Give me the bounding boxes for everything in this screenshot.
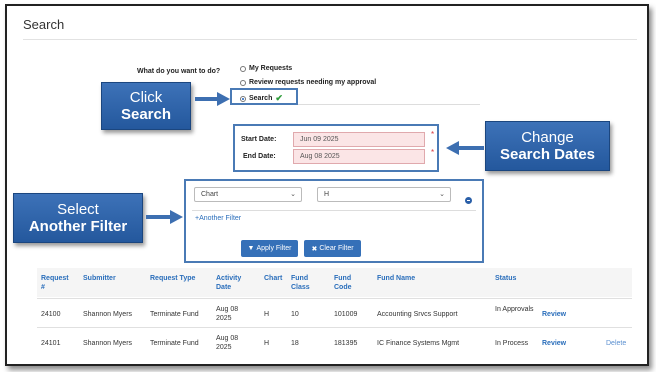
chevron-down-icon: ⌄: [439, 191, 445, 198]
column-header[interactable]: Request Type: [150, 274, 195, 283]
review-link[interactable]: Review: [542, 339, 566, 348]
radio-divider: [298, 104, 480, 105]
close-icon: ✖: [311, 245, 318, 253]
cell-request: 24101: [41, 340, 61, 347]
callout-line2: Search Dates: [499, 146, 596, 163]
review-link[interactable]: Review: [542, 310, 566, 319]
radio-search[interactable]: Search ✔: [240, 93, 283, 104]
callout-line1: Change: [521, 129, 574, 146]
filter-field-select[interactable]: Chart ⌄: [194, 187, 302, 202]
callout-line1: Click: [129, 89, 163, 106]
column-header[interactable]: Submitter: [83, 274, 116, 283]
callout-click-search: Click Search: [101, 82, 191, 130]
apply-filter-button[interactable]: ▼ Apply Filter: [241, 240, 298, 257]
column-header[interactable]: Activity Date: [216, 274, 250, 292]
cell-chart: H: [264, 340, 270, 347]
page-title: Search: [23, 17, 65, 32]
cell-submitter: Shannon Myers: [83, 311, 133, 318]
radio-label: Review requests needing my approval: [249, 79, 377, 86]
column-header[interactable]: Request #: [41, 274, 71, 292]
radio-my-requests[interactable]: My Requests: [240, 65, 292, 72]
arrow-left-icon: [446, 141, 484, 155]
callout-select-filter: Select Another Filter: [13, 193, 143, 243]
cell-status: In Approvals: [495, 306, 534, 313]
cell-fund-class: 18: [291, 340, 299, 347]
end-date-label: End Date:: [243, 153, 276, 160]
filter-divider: [192, 210, 476, 211]
cell-request: 24100: [41, 311, 61, 318]
cell-status: In Process: [495, 340, 529, 347]
clear-filter-button[interactable]: ✖ Clear Filter: [304, 240, 361, 257]
start-date-label: Start Date:: [241, 136, 277, 143]
table-row: 24100 Shannon Myers Terminate Fund Aug 0…: [37, 298, 632, 328]
column-header[interactable]: Chart: [264, 274, 282, 283]
radio-button-selected[interactable]: [240, 95, 246, 102]
cell-date: Aug 08 2025: [216, 306, 239, 322]
table-header: Request # Submitter Request Type Activit…: [37, 268, 632, 297]
apply-filter-label: Apply Filter: [256, 245, 292, 252]
callout-change-dates: Change Search Dates: [485, 121, 610, 171]
callout-line2: Another Filter: [28, 218, 128, 235]
table-row: 24101 Shannon Myers Terminate Fund Aug 0…: [37, 327, 632, 357]
radio-button[interactable]: [240, 65, 246, 72]
delete-link[interactable]: Delete: [606, 339, 626, 348]
clear-filter-label: Clear Filter: [319, 245, 354, 252]
select-value: Chart: [201, 191, 219, 198]
column-header[interactable]: Status: [495, 274, 516, 283]
remove-filter-icon[interactable]: [465, 197, 472, 204]
cell-fund-name: IC Finance Systems Mgmt: [377, 340, 460, 347]
cell-fund-code: 101009: [334, 311, 358, 318]
cell-submitter: Shannon Myers: [83, 340, 133, 347]
required-marker: *: [431, 148, 435, 157]
cell-fund-class: 10: [291, 311, 299, 318]
arrow-right-icon: [146, 210, 183, 224]
required-marker: *: [431, 130, 435, 139]
cell-fund-name: Accounting Srvcs Support: [377, 311, 458, 318]
radio-button[interactable]: [240, 79, 246, 86]
add-filter-label: Another Filter: [199, 215, 242, 222]
check-icon: ✔: [275, 93, 283, 103]
column-header[interactable]: Fund Class: [291, 274, 315, 292]
radio-label: My Requests: [249, 65, 293, 72]
cell-type: Terminate Fund: [150, 340, 199, 347]
cell-chart: H: [264, 311, 270, 318]
callout-line1: Select: [57, 201, 99, 218]
end-date-input[interactable]: Aug 08 2025: [293, 149, 425, 164]
filter-value-select[interactable]: H ⌄: [317, 187, 451, 202]
search-type-question: What do you want to do?: [137, 68, 221, 75]
cell-type: Terminate Fund: [150, 311, 199, 318]
radio-review-requests[interactable]: Review requests needing my approval: [240, 79, 376, 86]
start-date-input[interactable]: Jun 09 2025: [293, 132, 425, 147]
column-header[interactable]: Fund Name: [377, 274, 415, 283]
filter-icon: ▼: [247, 245, 255, 252]
radio-label: Search: [249, 95, 273, 102]
select-value: H: [324, 191, 330, 198]
cell-date: Aug 08 2025: [216, 335, 239, 351]
arrow-right-icon: [195, 92, 230, 106]
add-filter-link[interactable]: +Another Filter: [195, 215, 241, 222]
chevron-down-icon: ⌄: [290, 191, 296, 198]
column-header[interactable]: Fund Code: [334, 274, 358, 292]
callout-line2: Search: [120, 106, 172, 123]
title-divider: [23, 39, 637, 40]
cell-fund-code: 181395: [334, 340, 358, 347]
